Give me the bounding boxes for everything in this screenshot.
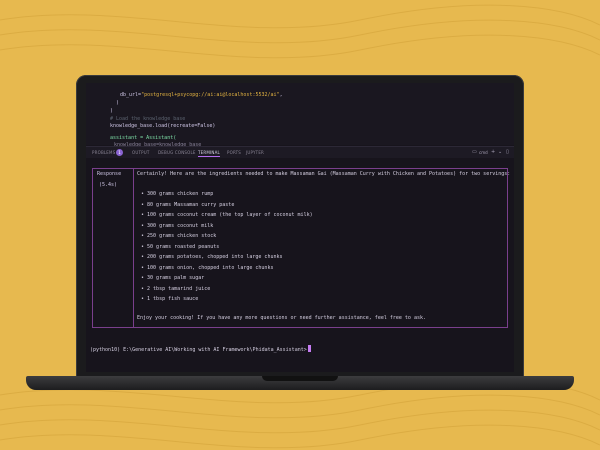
code-line: ) xyxy=(86,107,514,115)
problems-count-badge: 1 xyxy=(116,149,123,156)
list-item: • 50 grams roasted peanuts xyxy=(141,243,220,250)
vscode-screen: db_url="postgresql+psycopg://ai:ai@local… xyxy=(86,83,514,372)
code-line: ) xyxy=(86,99,514,107)
response-time: (5.4s) xyxy=(99,182,118,188)
code-text: , xyxy=(279,92,283,98)
prompt-path: (python10) E:\Generative AI\Working with… xyxy=(90,347,307,353)
tab-ports[interactable]: PORTS xyxy=(227,149,241,156)
tab-output[interactable]: OUTPUT xyxy=(132,149,150,156)
tab-debug-console[interactable]: DEBUG CONSOLE xyxy=(158,149,196,156)
response-divider xyxy=(133,169,134,327)
new-terminal-icon[interactable]: + xyxy=(491,149,495,156)
response-intro: Certainly! Here are the ingredients need… xyxy=(137,171,511,177)
code-line: db_url="postgresql+psycopg://ai:ai@local… xyxy=(86,91,514,99)
chevron-down-icon[interactable]: ⌄ xyxy=(498,149,502,156)
tab-jupyter[interactable]: JUPYTER xyxy=(246,149,264,156)
list-item: • 200 grams potatoes, chopped into large… xyxy=(141,254,283,260)
laptop-notch xyxy=(262,376,338,381)
terminal-icon: ▭ xyxy=(472,149,477,155)
list-item: • 300 grams chicken rump xyxy=(141,191,214,197)
list-item: • 300 grams coconut milk xyxy=(141,222,214,229)
shell-label[interactable]: cmd xyxy=(479,149,488,156)
list-item: • 2 tbsp tamarind juice xyxy=(141,285,211,292)
code-text: ) xyxy=(110,108,114,114)
tab-problems[interactable]: PROBLEMS xyxy=(92,149,115,156)
text-cursor xyxy=(307,345,311,352)
list-item: • 250 grams chicken stock xyxy=(141,233,217,239)
list-item: • 100 grams coconut cream (the top layer… xyxy=(141,212,313,218)
list-item: • 30 grams palm sugar xyxy=(141,275,205,281)
list-item: • 1 tbsp fish sauce xyxy=(141,296,199,302)
code-editor[interactable]: db_url="postgresql+psycopg://ai:ai@local… xyxy=(86,83,514,148)
code-text: db_url= xyxy=(120,92,142,98)
terminal-prompt[interactable]: (python10) E:\Generative AI\Working with… xyxy=(90,345,311,354)
tab-terminal[interactable]: TERMINAL xyxy=(198,149,220,157)
list-item: • 100 grams onion, chopped into large ch… xyxy=(141,264,274,271)
code-text: ) xyxy=(116,100,120,106)
code-string: "postgresql+psycopg://ai:ai@localhost:55… xyxy=(141,92,280,98)
list-item: • 80 grams Massaman curry paste xyxy=(141,201,235,208)
code-line: knowledge_base.load(recreate=False) xyxy=(86,122,514,130)
code-text: knowledge_base.load(recreate=False) xyxy=(110,123,216,129)
response-box: Response (5.4s) Certainly! Here are the … xyxy=(92,168,511,328)
response-label: Response xyxy=(97,171,122,177)
panel-tab-bar: PROBLEMS 1 OUTPUT DEBUG CONSOLE TERMINAL… xyxy=(86,146,514,158)
response-outro: Enjoy your cooking! If you have any more… xyxy=(137,315,426,321)
split-terminal-icon[interactable]: ▯ xyxy=(506,149,509,156)
